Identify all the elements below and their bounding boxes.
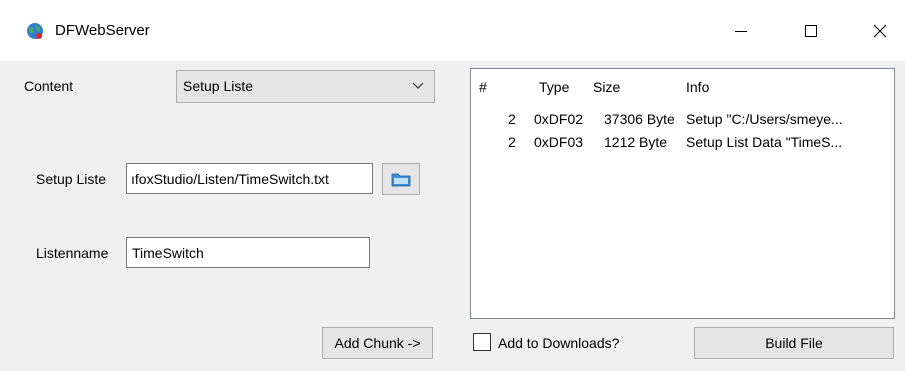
add-to-downloads-label[interactable]: Add to Downloads? — [498, 335, 619, 351]
content-dropdown[interactable]: Setup Liste — [176, 70, 435, 103]
setup-liste-label: Setup Liste — [36, 171, 107, 187]
table-cell-size[interactable]: 1212 Byte — [604, 134, 667, 150]
chunk-table[interactable]: # Type Size Info 2 0xDF02 37306 Byte Set… — [470, 68, 895, 319]
window-title: DFWebServer — [55, 22, 150, 39]
table-cell-size[interactable]: 37306 Byte — [604, 111, 675, 127]
column-header-info[interactable]: Info — [686, 79, 709, 95]
content-dropdown-value: Setup Liste — [183, 78, 254, 94]
chevron-down-icon — [412, 82, 424, 89]
table-cell-number[interactable]: 2 — [508, 111, 516, 127]
table-cell-type[interactable]: 0xDF03 — [534, 134, 583, 150]
minimize-button[interactable] — [718, 14, 764, 48]
column-header-size[interactable]: Size — [593, 79, 620, 95]
maximize-icon — [805, 25, 817, 37]
listenname-label: Listenname — [36, 245, 109, 261]
browse-folder-button[interactable] — [382, 163, 420, 195]
table-cell-type[interactable]: 0xDF02 — [534, 111, 583, 127]
table-cell-info[interactable]: Setup "C:/Users/smeye... — [686, 111, 843, 127]
folder-icon — [391, 173, 411, 187]
listenname-field[interactable]: TimeSwitch — [126, 237, 370, 268]
content-label: Content — [24, 78, 74, 94]
close-icon — [873, 24, 887, 38]
listenname-value: TimeSwitch — [132, 245, 204, 261]
table-cell-number[interactable]: 2 — [508, 134, 516, 150]
close-button[interactable] — [857, 14, 903, 48]
column-header-number[interactable]: # — [479, 79, 487, 95]
add-chunk-button[interactable]: Add Chunk -> — [322, 327, 433, 359]
setup-liste-path-value: ıfoxStudio/Listen/TimeSwitch.txt — [131, 171, 329, 187]
table-cell-info[interactable]: Setup List Data "TimeS... — [686, 134, 842, 150]
setup-liste-path-field[interactable]: ıfoxStudio/Listen/TimeSwitch.txt — [126, 163, 373, 194]
minimize-icon — [735, 31, 747, 32]
maximize-button[interactable] — [788, 14, 834, 48]
globe-icon — [27, 23, 43, 39]
title-bar: DFWebServer — [0, 0, 905, 61]
column-header-type[interactable]: Type — [539, 79, 569, 95]
build-file-button[interactable]: Build File — [694, 327, 894, 359]
add-to-downloads-checkbox[interactable] — [473, 333, 491, 351]
